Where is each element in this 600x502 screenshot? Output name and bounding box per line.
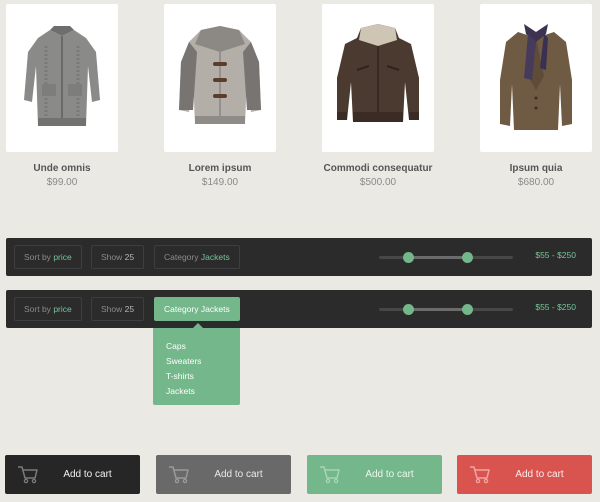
price-slider-min-handle[interactable] <box>403 252 415 263</box>
add-to-cart-label: Add to cart <box>515 469 564 480</box>
show-count-label: Show <box>101 304 123 314</box>
duffle-jacket-image <box>179 26 261 124</box>
show-count-label: Show <box>101 252 123 262</box>
show-count-button[interactable]: Show 25 <box>91 245 145 269</box>
filter-bar: Sort by price Show 25 Category Jackets $… <box>6 238 592 276</box>
product-image[interactable] <box>164 4 276 152</box>
category-option-sweaters[interactable]: Sweaters <box>166 354 240 369</box>
product-image[interactable] <box>6 4 118 152</box>
category-value: Jackets <box>200 304 230 314</box>
add-to-cart-button[interactable]: Add to cart <box>307 455 442 494</box>
category-label: Category <box>164 252 199 262</box>
product-card[interactable]: Lorem ipsum $149.00 <box>164 4 276 188</box>
price-slider[interactable] <box>379 304 513 315</box>
show-count-value: 25 <box>124 304 135 314</box>
product-price: $99.00 <box>46 177 78 188</box>
filter-bar: Sort by price Show 25 Category Jackets $… <box>6 290 592 328</box>
add-to-cart-button[interactable]: Add to cart <box>5 455 140 494</box>
sort-by-button[interactable]: Sort by price <box>14 245 82 269</box>
sort-by-button[interactable]: Sort by price <box>14 297 82 321</box>
category-option-tshirts[interactable]: T-shirts <box>166 369 240 384</box>
product-name[interactable]: Lorem ipsum <box>134 163 306 174</box>
product-price: $680.00 <box>517 177 555 188</box>
cardigan-image <box>24 26 100 126</box>
add-to-cart-button[interactable]: Add to cart <box>156 455 291 494</box>
price-slider-range <box>408 256 468 259</box>
product-image[interactable] <box>480 4 592 152</box>
product-card[interactable]: Commodi consequatur $500.00 <box>322 4 434 188</box>
sort-by-label: Sort by <box>24 304 51 314</box>
sort-by-value: price <box>53 304 72 314</box>
add-to-cart-label: Add to cart <box>214 469 263 480</box>
add-to-cart-button[interactable]: Add to cart <box>457 455 592 494</box>
add-to-cart-label: Add to cart <box>63 469 112 480</box>
category-button[interactable]: Category Jackets <box>154 245 240 269</box>
category-button[interactable]: Category Jackets <box>154 297 240 321</box>
leather-jacket-image <box>337 24 419 122</box>
category-options: Caps Sweaters T-shirts Jackets <box>153 328 240 399</box>
price-slider-max-handle[interactable] <box>462 252 474 263</box>
category-dropdown: Caps Sweaters T-shirts Jackets <box>153 323 240 405</box>
product-name[interactable]: Unde omnis <box>0 163 148 174</box>
sort-by-label: Sort by <box>24 252 51 262</box>
price-slider[interactable] <box>379 252 513 263</box>
product-card[interactable]: Ipsum quia $680.00 <box>480 4 592 188</box>
price-slider-max-handle[interactable] <box>462 304 474 315</box>
product-card[interactable]: Unde omnis $99.00 <box>6 4 118 188</box>
product-price: $149.00 <box>201 177 239 188</box>
product-image[interactable] <box>322 4 434 152</box>
sort-by-value: price <box>53 252 72 262</box>
product-grid: Unde omnis $99.00 Lorem ipsum $149.00 Co… <box>0 0 600 200</box>
category-label: Category <box>164 304 199 314</box>
product-price: $500.00 <box>359 177 397 188</box>
tweed-blazer-image <box>500 24 572 130</box>
show-count-value: 25 <box>124 252 135 262</box>
show-count-button[interactable]: Show 25 <box>91 297 145 321</box>
category-option-jackets[interactable]: Jackets <box>166 384 240 399</box>
price-slider-range <box>408 308 468 311</box>
category-option-caps[interactable]: Caps <box>166 339 240 354</box>
product-name[interactable]: Commodi consequatur <box>292 163 464 174</box>
price-slider-min-handle[interactable] <box>403 304 415 315</box>
category-value: Jackets <box>200 252 230 262</box>
price-range-text: $55 - $250 <box>535 250 576 260</box>
price-range-text: $55 - $250 <box>535 302 576 312</box>
product-name[interactable]: Ipsum quia <box>450 163 600 174</box>
add-to-cart-label: Add to cart <box>365 469 414 480</box>
